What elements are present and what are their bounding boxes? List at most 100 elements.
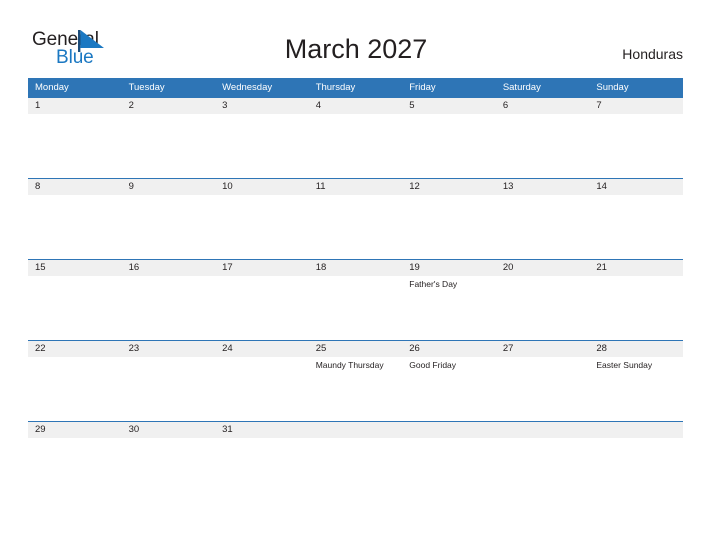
day-number: 11 xyxy=(315,181,326,192)
day-cell[interactable]: 11 xyxy=(309,179,403,259)
day-cell[interactable]: 25 Maundy Thursday xyxy=(309,341,403,421)
day-number: 23 xyxy=(128,343,140,354)
day-cell[interactable]: 31 xyxy=(215,422,309,443)
day-cell[interactable]: 3 xyxy=(215,98,309,178)
calendar-week-row: 1 2 3 4 5 6 7 xyxy=(28,97,683,178)
day-number: 13 xyxy=(502,181,514,192)
day-cell[interactable]: 5 xyxy=(402,98,496,178)
day-cell[interactable]: 10 xyxy=(215,179,309,259)
day-cell-empty xyxy=(589,422,683,443)
day-cell[interactable]: 14 xyxy=(589,179,683,259)
calendar-page: General Blue March 2027 Honduras Monday … xyxy=(0,0,712,550)
weekday-header-tuesday: Tuesday xyxy=(128,82,165,93)
holiday-label: Good Friday xyxy=(409,360,457,370)
page-header: General Blue March 2027 Honduras xyxy=(0,0,712,76)
weekday-header-thursday: Thursday xyxy=(315,82,356,93)
calendar-weeks: 1 2 3 4 5 6 7 8 9 10 11 12 13 14 15 16 17 18 19 Father's Da… xyxy=(28,97,683,443)
day-number: 8 xyxy=(35,181,41,192)
day-number: 30 xyxy=(128,424,140,435)
day-cell[interactable]: 6 xyxy=(496,98,590,178)
day-number: 25 xyxy=(315,343,327,354)
weekday-header-saturday: Saturday xyxy=(502,82,541,93)
day-number: 2 xyxy=(128,100,134,111)
weekday-header-friday: Friday xyxy=(409,82,436,93)
week-cells: 29 30 31 xyxy=(28,422,683,443)
day-cell[interactable]: 19 Father's Day xyxy=(402,260,496,340)
day-number: 15 xyxy=(35,262,46,273)
day-events: Easter Sunday xyxy=(596,357,683,371)
day-cell[interactable]: 15 xyxy=(28,260,122,340)
day-number: 1 xyxy=(35,100,41,111)
day-number: 29 xyxy=(35,424,46,435)
day-cell[interactable]: 29 xyxy=(28,422,122,443)
day-number: 17 xyxy=(222,262,233,273)
day-cell[interactable]: 4 xyxy=(309,98,403,178)
day-cell[interactable]: 9 xyxy=(122,179,216,259)
day-cell-empty xyxy=(309,422,403,443)
weekday-header-sunday: Sunday xyxy=(596,82,629,93)
weekday-header-row: Monday Tuesday Wednesday Thursday Friday… xyxy=(28,78,683,97)
day-number xyxy=(596,422,683,438)
day-cell[interactable]: 28 Easter Sunday xyxy=(589,341,683,421)
day-cell[interactable]: 22 xyxy=(28,341,122,421)
day-number: 7 xyxy=(596,100,602,111)
day-cell[interactable]: 21 xyxy=(589,260,683,340)
day-number: 3 xyxy=(222,100,228,111)
calendar-week-row: 8 9 10 11 12 13 14 xyxy=(28,178,683,259)
day-cell[interactable]: 8 xyxy=(28,179,122,259)
day-number: 18 xyxy=(315,262,327,273)
day-cell[interactable]: 2 xyxy=(122,98,216,178)
day-cell[interactable]: 30 xyxy=(122,422,216,443)
weekday-header-monday: Monday xyxy=(35,82,69,93)
day-events: Good Friday xyxy=(409,357,496,371)
weekday-header-wednesday: Wednesday xyxy=(222,82,273,93)
day-number: 22 xyxy=(35,343,46,354)
holiday-label: Easter Sunday xyxy=(596,360,653,370)
day-cell[interactable]: 20 xyxy=(496,260,590,340)
day-number xyxy=(316,422,403,438)
day-cell[interactable]: 18 xyxy=(309,260,403,340)
day-cell[interactable]: 26 Good Friday xyxy=(402,341,496,421)
day-cell[interactable]: 27 xyxy=(496,341,590,421)
week-cells: 15 16 17 18 19 Father's Day 20 21 xyxy=(28,260,683,340)
week-cells: 22 23 24 25 Maundy Thursday 26 Good Friday 27 28… xyxy=(28,341,683,421)
page-title: March 2027 xyxy=(284,34,428,64)
week-cells: 8 9 10 11 12 13 14 xyxy=(28,179,683,259)
day-number: 16 xyxy=(128,262,140,273)
day-cell[interactable]: 23 xyxy=(122,341,216,421)
day-cell[interactable]: 16 xyxy=(122,260,216,340)
region-label: Honduras xyxy=(622,46,683,62)
day-number: 21 xyxy=(596,262,607,273)
day-cell[interactable]: 17 xyxy=(215,260,309,340)
day-number: 14 xyxy=(596,181,607,192)
holiday-label: Maundy Thursday xyxy=(315,360,384,370)
day-events: Father's Day xyxy=(409,276,496,290)
day-cell[interactable]: 1 xyxy=(28,98,122,178)
day-cell[interactable]: 7 xyxy=(589,98,683,178)
holiday-label: Father's Day xyxy=(409,279,458,289)
day-number xyxy=(503,422,590,438)
calendar-week-row: 15 16 17 18 19 Father's Day 20 21 xyxy=(28,259,683,340)
day-cell-empty xyxy=(402,422,496,443)
day-number: 28 xyxy=(596,343,607,354)
day-number: 19 xyxy=(409,262,420,273)
day-number: 9 xyxy=(128,181,134,192)
week-cells: 1 2 3 4 5 6 7 xyxy=(28,98,683,178)
day-number: 20 xyxy=(502,262,514,273)
calendar-week-row: 29 30 31 xyxy=(28,421,683,443)
day-cell-empty xyxy=(496,422,590,443)
day-cell[interactable]: 13 xyxy=(496,179,590,259)
day-cell[interactable]: 24 xyxy=(215,341,309,421)
day-number: 31 xyxy=(222,424,233,435)
day-number: 6 xyxy=(502,100,509,111)
day-number: 26 xyxy=(409,343,420,354)
day-number xyxy=(409,422,496,438)
day-events: Maundy Thursday xyxy=(316,357,403,371)
day-number: 4 xyxy=(315,100,321,111)
day-number: 10 xyxy=(222,181,233,192)
day-number: 5 xyxy=(409,100,415,111)
day-cell[interactable]: 12 xyxy=(402,179,496,259)
day-number: 12 xyxy=(409,181,420,192)
day-number: 24 xyxy=(222,343,233,354)
day-number: 27 xyxy=(502,343,514,354)
